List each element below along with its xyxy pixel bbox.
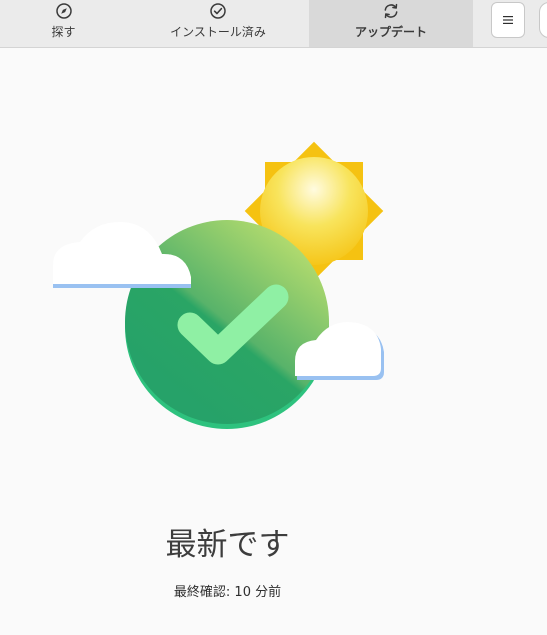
last-checked-text: 最終確認: 10 分前 xyxy=(173,585,282,600)
tab-explore[interactable]: 探す xyxy=(0,0,127,47)
tab-updates-label: アップデート xyxy=(354,25,427,39)
tab-explore-label: 探す xyxy=(51,25,76,39)
tab-updates[interactable]: アップデート xyxy=(309,0,473,47)
header-bar: 探す インストール済み アップデート xyxy=(0,0,547,48)
main-menu-button[interactable] xyxy=(491,2,525,38)
app-window: 探す インストール済み アップデート 最新です 最終確認: 10 分前 xyxy=(0,0,547,635)
refresh-icon xyxy=(384,3,398,19)
hamburger-icon xyxy=(503,16,513,24)
overflow-button[interactable] xyxy=(539,2,547,38)
cloud-left-icon xyxy=(53,221,191,288)
compass-icon xyxy=(55,3,72,19)
tab-installed-label: インストール済み xyxy=(170,25,266,39)
check-circle-icon xyxy=(210,3,226,19)
tab-installed[interactable]: インストール済み xyxy=(127,0,309,47)
up-to-date-illustration xyxy=(53,141,384,429)
status-title: 最新です xyxy=(165,527,290,563)
